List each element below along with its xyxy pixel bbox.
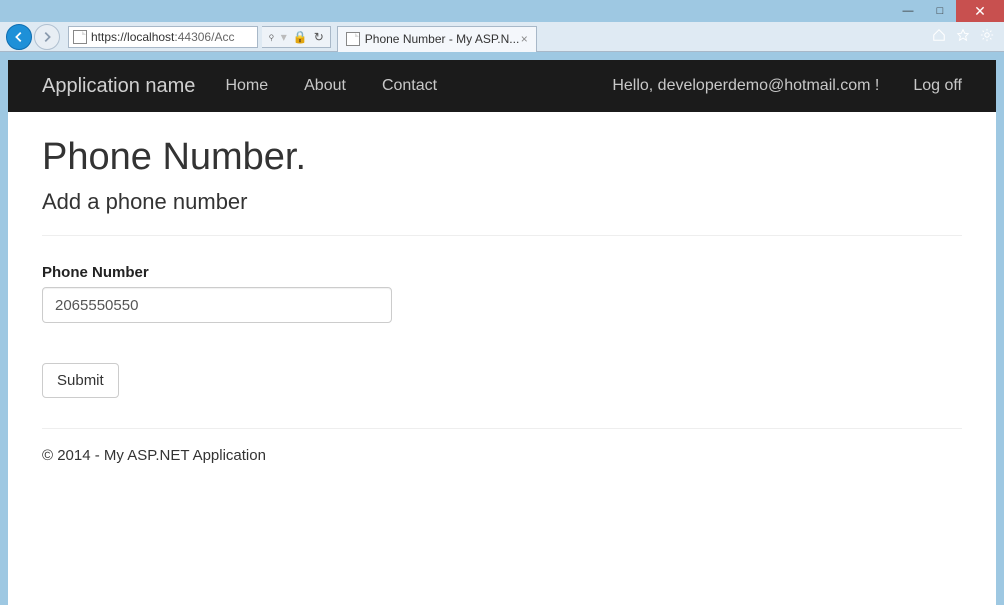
footer-divider <box>42 428 962 429</box>
page-viewport: Application name Home About Contact Hell… <box>8 60 996 605</box>
home-icon[interactable] <box>932 28 946 45</box>
refresh-icon[interactable]: ↻ <box>314 30 324 44</box>
nav-logoff[interactable]: Log off <box>913 77 962 95</box>
main-content: Phone Number. Add a phone number Phone N… <box>8 112 996 488</box>
forward-button[interactable] <box>34 24 60 50</box>
tab-title: Phone Number - My ASP.N... <box>365 32 520 46</box>
address-actions: ⌕ ▾ 🔒 ↻ <box>262 26 331 48</box>
settings-icon[interactable] <box>980 28 994 45</box>
page-title: Phone Number. <box>42 136 962 179</box>
browser-tab[interactable]: Phone Number - My ASP.N... × <box>337 26 537 52</box>
page-subtitle: Add a phone number <box>42 189 962 215</box>
arrow-right-icon <box>40 30 54 44</box>
nav-about[interactable]: About <box>304 77 346 95</box>
phone-label: Phone Number <box>42 264 962 281</box>
tab-close-button[interactable]: × <box>521 32 528 46</box>
window-minimize-button[interactable]: — <box>892 0 924 22</box>
nav-greeting[interactable]: Hello, developerdemo@hotmail.com ! <box>612 77 879 95</box>
phone-input[interactable] <box>42 287 392 323</box>
close-icon: ✕ <box>974 3 986 20</box>
nav-home[interactable]: Home <box>225 77 268 95</box>
url-scheme: https:// <box>91 30 127 44</box>
tab-favicon-icon <box>346 32 360 46</box>
minimize-icon: — <box>903 5 914 17</box>
window-maximize-button[interactable]: □ <box>924 0 956 22</box>
window-close-button[interactable]: ✕ <box>956 0 1004 22</box>
browser-toolbar: https://localhost:44306/Acc ⌕ ▾ 🔒 ↻ Phon… <box>0 22 1004 52</box>
arrow-left-icon <box>12 30 26 44</box>
brand-link[interactable]: Application name <box>42 75 195 98</box>
maximize-icon: □ <box>937 5 944 17</box>
favorites-icon[interactable] <box>956 28 970 45</box>
window-titlebar: — □ ✕ <box>0 0 1004 22</box>
nav-contact[interactable]: Contact <box>382 77 437 95</box>
footer-text: © 2014 - My ASP.NET Application <box>42 447 962 464</box>
search-icon[interactable]: ⌕ <box>264 29 279 44</box>
divider <box>42 235 962 236</box>
url-host: localhost <box>127 30 174 44</box>
browser-chrome-icons <box>932 28 994 45</box>
lock-icon[interactable]: 🔒 <box>293 30 308 44</box>
address-bar[interactable]: https://localhost:44306/Acc <box>68 26 258 48</box>
url-path: :44306/Acc <box>174 30 234 44</box>
navbar: Application name Home About Contact Hell… <box>8 60 996 112</box>
page-icon <box>73 30 87 44</box>
submit-button[interactable]: Submit <box>42 363 119 398</box>
back-button[interactable] <box>6 24 32 50</box>
separator: ▾ <box>281 30 287 44</box>
